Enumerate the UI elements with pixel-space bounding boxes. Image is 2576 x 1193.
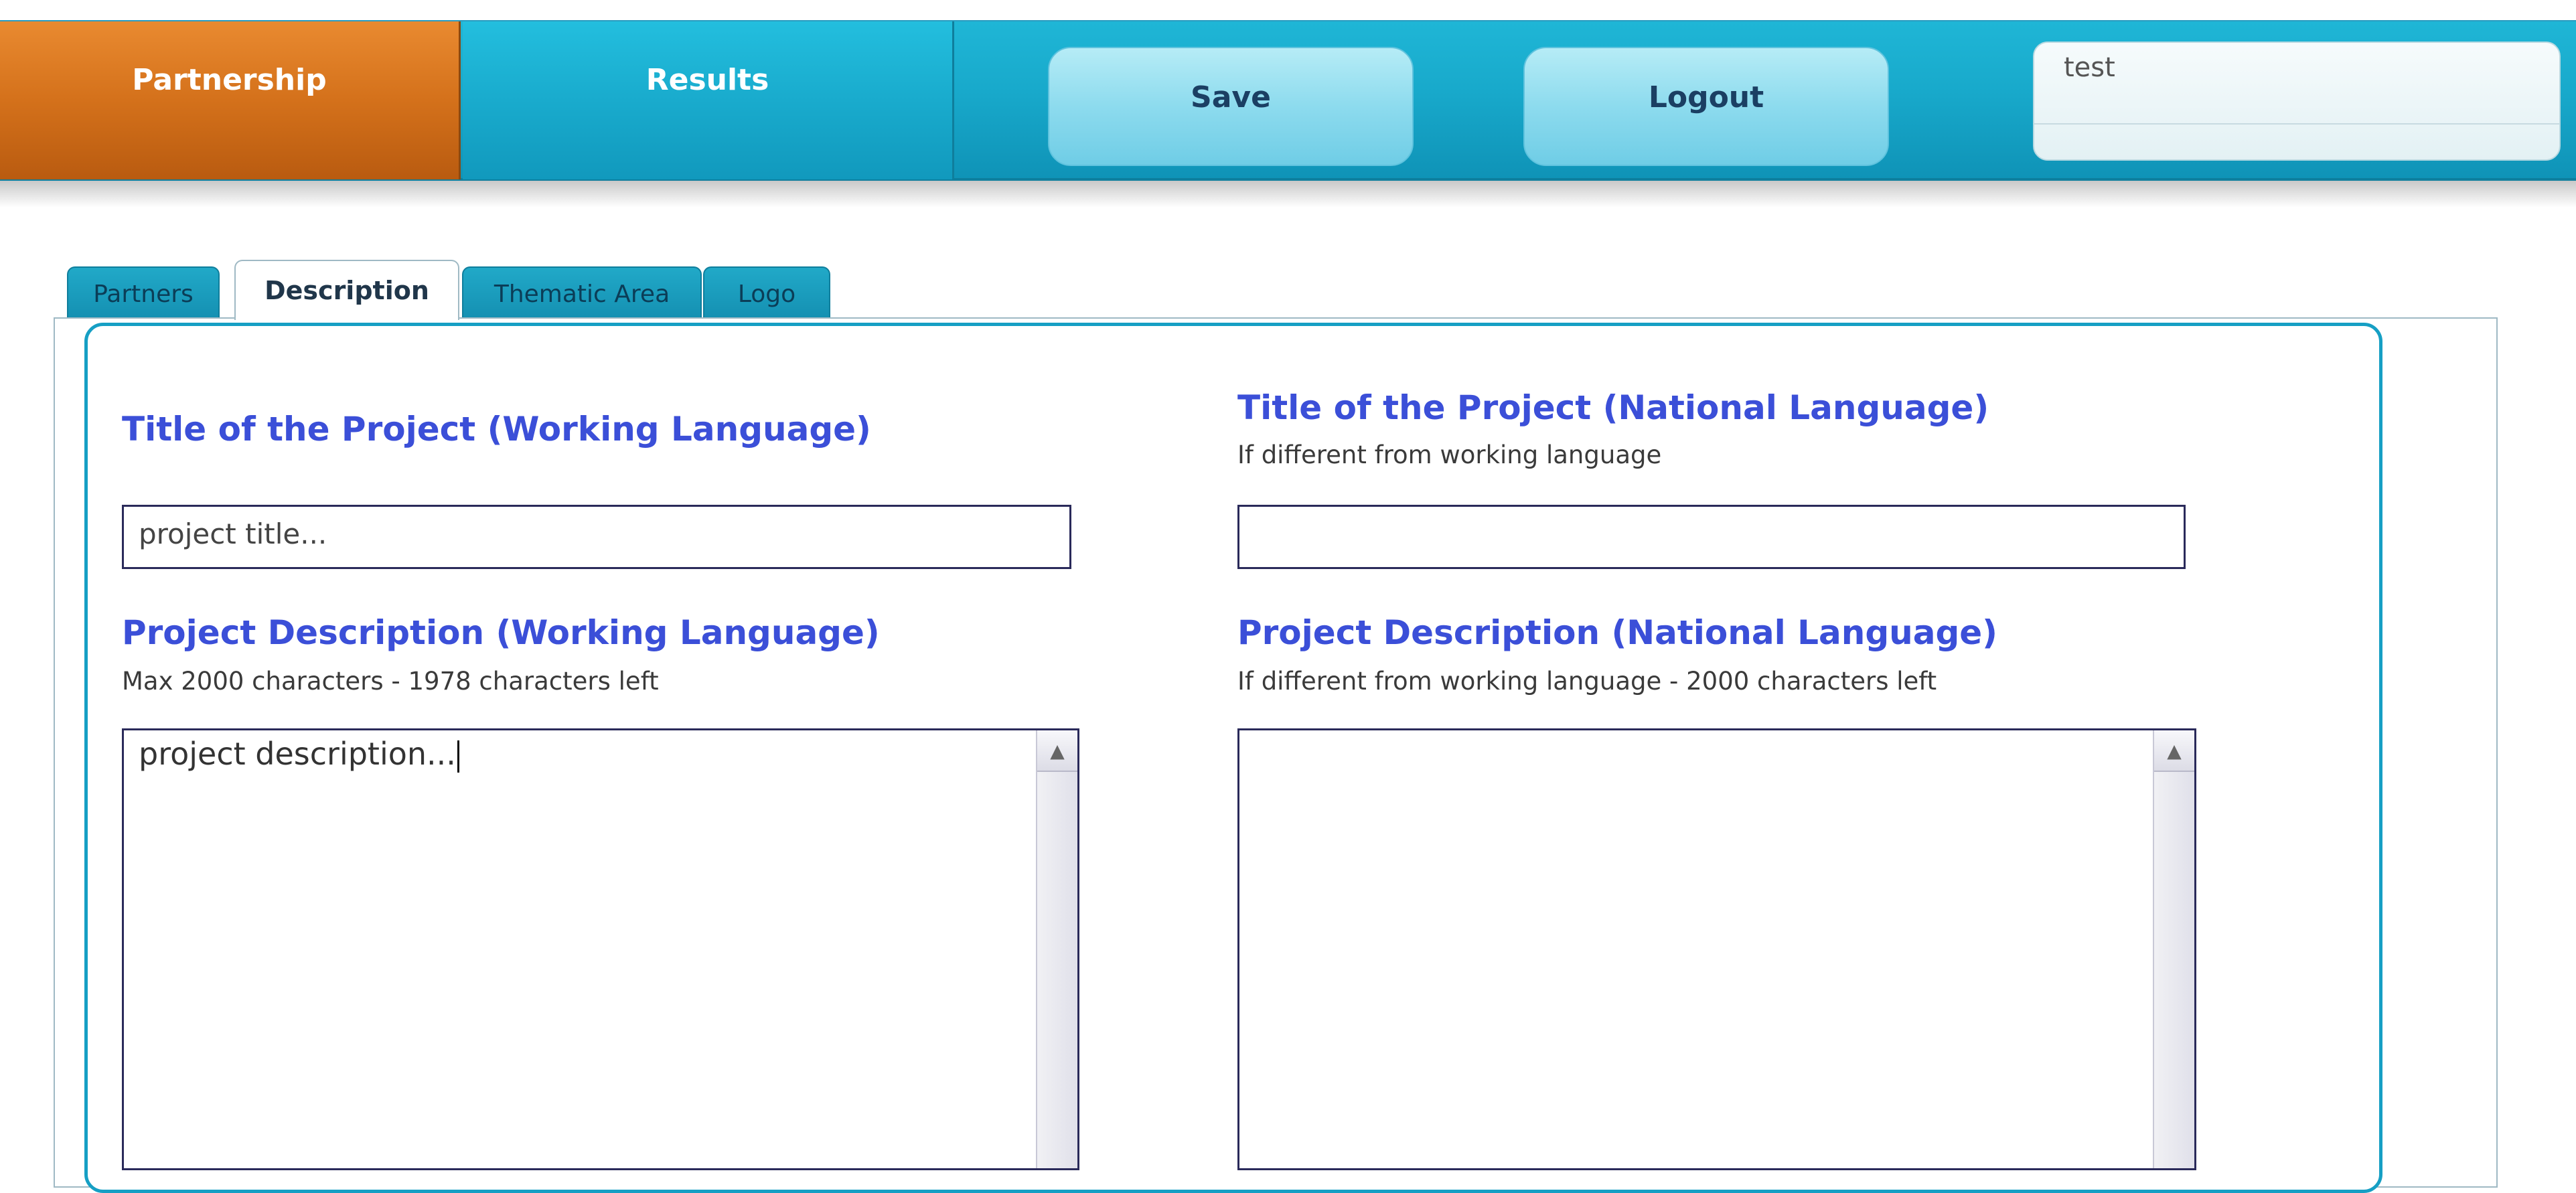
scroll-up-arrow-icon[interactable]: ▲ [2154,730,2194,772]
save-button[interactable]: Save [1048,47,1414,166]
description-working-language-label: Project Description (Working Language) [122,613,880,652]
username-label: test [2064,52,2115,83]
description-national-language-textarea[interactable]: ▲ [1237,728,2196,1170]
tab-thematic-area[interactable]: Thematic Area [462,266,702,320]
scroll-up-arrow-icon[interactable]: ▲ [1037,730,1077,772]
user-info-box: test [2033,42,2561,161]
title-working-language-input[interactable]: project title... [122,505,1071,569]
tab-logo[interactable]: Logo [703,266,830,320]
topbar-shadow [0,181,2576,208]
nav-tab-results[interactable]: Results [463,21,954,179]
description-working-text: project description... [139,736,456,772]
title-working-language-label: Title of the Project (Working Language) [122,410,871,449]
description-working-char-count: Max 2000 characters - 1978 characters le… [122,667,659,696]
user-box-divider [2034,123,2559,125]
text-caret [457,740,459,773]
tab-description[interactable]: Description [234,260,459,320]
tab-partners[interactable]: Partners [67,266,220,320]
description-national-language-hint: If different from working language - 200… [1237,667,1937,696]
description-working-language-textarea[interactable]: project description... ▲ [122,728,1079,1170]
title-national-language-input[interactable] [1237,505,2186,569]
description-national-language-label: Project Description (National Language) [1237,613,1998,652]
nav-tab-partnership[interactable]: Partnership [0,21,461,179]
description-national-scrollbar[interactable]: ▲ [2153,730,2194,1168]
top-navigation-bar: Partnership Results Save Logout test [0,20,2576,181]
logout-button[interactable]: Logout [1523,47,1889,166]
title-national-language-label: Title of the Project (National Language) [1237,388,1989,427]
title-national-language-hint: If different from working language [1237,441,1662,469]
description-working-scrollbar[interactable]: ▲ [1036,730,1077,1168]
